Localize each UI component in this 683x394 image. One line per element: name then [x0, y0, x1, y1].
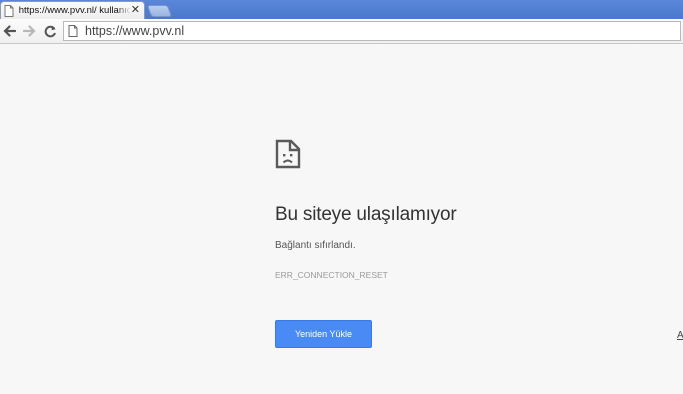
error-title: Bu siteye ulaşılamıyor	[275, 204, 457, 225]
page-favicon-icon	[4, 4, 16, 18]
reload-icon[interactable]	[43, 24, 57, 38]
address-bar[interactable]	[63, 21, 681, 41]
browser-tab[interactable]: https://www.pvv.nl/ kullanıcı ✕	[0, 1, 145, 19]
url-input[interactable]	[85, 24, 680, 38]
details-link[interactable]: A	[677, 330, 683, 341]
tab-strip: https://www.pvv.nl/ kullanıcı ✕	[0, 0, 683, 19]
sad-page-icon	[275, 139, 301, 174]
new-tab-button[interactable]	[146, 5, 173, 17]
forward-arrow-icon[interactable]	[22, 24, 36, 38]
back-arrow-icon[interactable]	[2, 24, 16, 38]
error-code: ERR_CONNECTION_RESET	[275, 270, 388, 280]
close-icon[interactable]: ✕	[131, 5, 140, 16]
browser-toolbar	[0, 19, 683, 44]
error-description: Bağlantı sıfırlandı.	[275, 240, 356, 251]
tab-title: https://www.pvv.nl/ kullanıcı	[18, 5, 131, 16]
reload-button[interactable]: Yeniden Yükle	[275, 320, 372, 348]
page-icon	[68, 24, 80, 38]
